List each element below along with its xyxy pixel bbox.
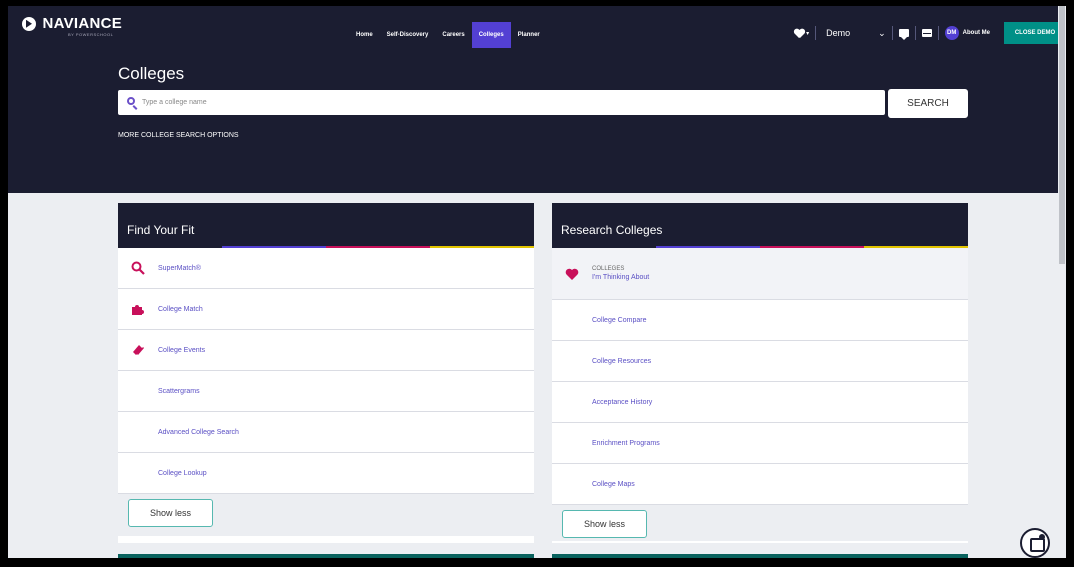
main-menu: Home Self-Discovery Careers Colleges Pla…: [349, 22, 547, 48]
puzzle-icon: [132, 305, 144, 315]
favorites-heart-icon[interactable]: [794, 29, 804, 38]
help-chat-icon[interactable]: [1020, 528, 1050, 558]
logo-text: NAVIANCE: [42, 15, 123, 33]
divider: [937, 26, 939, 40]
scrollbar[interactable]: [1058, 6, 1066, 558]
chevron-down-icon[interactable]: ⌄: [878, 28, 886, 39]
avatar[interactable]: DM: [944, 26, 959, 40]
list-item-label: College Maps: [592, 480, 635, 488]
list-item-label: College Resources: [592, 357, 652, 365]
list-item-college-resources[interactable]: College Resources: [552, 341, 968, 382]
find-your-fit-card: Find Your Fit SuperMatch® College Match …: [118, 203, 534, 543]
list-item-text: COLLEGES I'm Thinking About: [592, 266, 649, 281]
search-button[interactable]: SEARCH: [888, 89, 968, 118]
list-item-label: Enrichment Programs: [592, 439, 660, 447]
card-header: Research Colleges: [552, 203, 968, 248]
list-item-college-compare[interactable]: College Compare: [552, 300, 968, 341]
list-item-acceptance-history[interactable]: Acceptance History: [552, 382, 968, 423]
list-item-label: Acceptance History: [592, 398, 653, 406]
list-item-label: I'm Thinking About: [592, 274, 650, 281]
nav-careers[interactable]: Careers: [435, 22, 471, 48]
list-item-supermatch[interactable]: SuperMatch®: [118, 248, 534, 289]
list-item-scattergrams[interactable]: Scattergrams: [118, 371, 534, 412]
list-item-label: College Compare: [592, 316, 647, 324]
close-demo-button[interactable]: CLOSE DEMO: [1004, 22, 1066, 44]
scrollbar-thumb[interactable]: [1059, 6, 1065, 264]
list-item-label: College Lookup: [158, 469, 207, 477]
card-footer: Show less: [118, 494, 534, 536]
messages-icon[interactable]: [898, 29, 909, 40]
list-item-caption: COLLEGES: [592, 266, 625, 272]
search-icon: [127, 97, 135, 105]
list-item-college-match[interactable]: College Match: [118, 289, 534, 330]
card-title: Research Colleges: [561, 223, 663, 237]
top-navigation: NAVIANCE BY POWERSCHOOL Home Self-Discov…: [8, 6, 1066, 48]
list-item-advanced-search[interactable]: Advanced College Search: [118, 412, 534, 453]
list-item-label: Advanced College Search: [158, 428, 239, 436]
search-icon: [131, 261, 145, 275]
card-header: Find Your Fit: [118, 203, 534, 248]
list-item-enrichment-programs[interactable]: Enrichment Programs: [552, 423, 968, 464]
user-select-value[interactable]: Demo: [826, 28, 850, 38]
next-card-header: [118, 554, 534, 558]
card-footer: Show less: [552, 505, 968, 541]
nav-planner[interactable]: Planner: [511, 22, 547, 48]
about-me-menu[interactable]: About Me: [963, 30, 990, 36]
list-item-label: College Events: [158, 346, 206, 354]
naviance-logo[interactable]: NAVIANCE BY POWERSCHOOL: [22, 15, 123, 37]
research-colleges-card: Research Colleges COLLEGES I'm Thinking …: [552, 203, 968, 543]
favorites-caret-icon[interactable]: ▾: [806, 30, 809, 37]
list-item-college-maps[interactable]: College Maps: [552, 464, 968, 505]
nav-colleges[interactable]: Colleges: [471, 22, 511, 48]
heart-icon: [565, 268, 579, 280]
next-card-header: [552, 554, 968, 558]
mail-icon[interactable]: [921, 29, 932, 37]
list-item-label: Scattergrams: [158, 387, 200, 395]
show-less-button[interactable]: Show less: [128, 499, 213, 527]
list-item-thinking-about[interactable]: COLLEGES I'm Thinking About: [552, 248, 968, 300]
page-header: NAVIANCE BY POWERSCHOOL Home Self-Discov…: [8, 6, 1066, 193]
page-title: Colleges: [118, 64, 185, 83]
more-search-options-link[interactable]: MORE COLLEGE SEARCH OPTIONS: [118, 132, 239, 139]
list-item-college-events[interactable]: College Events: [118, 330, 534, 371]
ticket-icon: [133, 345, 144, 355]
app-frame: NAVIANCE BY POWERSCHOOL Home Self-Discov…: [8, 6, 1066, 558]
divider: [914, 26, 916, 40]
list-item-label: SuperMatch®: [158, 264, 201, 272]
card-title: Find Your Fit: [127, 223, 195, 237]
divider: [891, 26, 893, 40]
nav-self-discovery[interactable]: Self-Discovery: [380, 22, 436, 48]
logo-mark-icon: [22, 16, 36, 31]
show-less-button[interactable]: Show less: [562, 510, 647, 538]
logo-subtitle: BY POWERSCHOOL: [68, 32, 114, 37]
utility-nav: ▾ Demo ⌄ DM About Me CLOSE DEMO: [794, 22, 1066, 44]
divider: [815, 26, 817, 40]
search-input[interactable]: Type a college name: [142, 90, 207, 115]
list-item-college-lookup[interactable]: College Lookup: [118, 453, 534, 494]
college-search-field[interactable]: Type a college name: [118, 90, 885, 115]
list-item-label: College Match: [158, 305, 203, 313]
nav-home[interactable]: Home: [349, 22, 380, 48]
